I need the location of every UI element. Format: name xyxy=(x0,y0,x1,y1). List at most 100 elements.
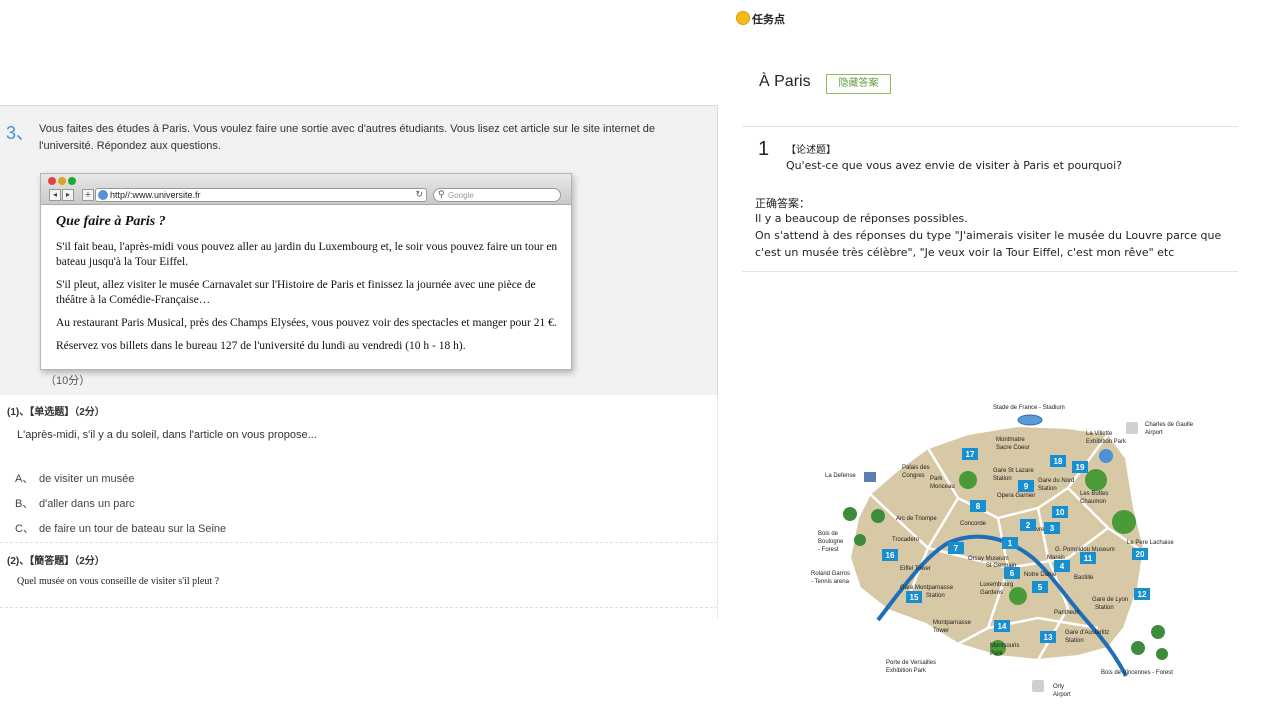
map-label: Airport xyxy=(1053,692,1071,698)
article-paragraph: Réservez vos billets dans le bureau 127 … xyxy=(56,340,466,352)
browser-search-box: ⚲ Google xyxy=(433,188,561,202)
map-label: Park xyxy=(930,476,943,482)
map-label: La Villette xyxy=(1086,431,1113,437)
district-marker: 12 xyxy=(1134,588,1150,600)
answer-question-text: Qu'est-ce que vous avez envie de visiter… xyxy=(786,159,1123,172)
district-number: 5 xyxy=(1038,583,1043,592)
district-number: 12 xyxy=(1138,590,1147,599)
district-marker: 2 xyxy=(1020,519,1036,531)
forward-arrow-icon: ▸ xyxy=(62,189,74,201)
district-number: 1 xyxy=(1008,539,1013,548)
district-marker: 15 xyxy=(906,591,922,603)
map-label: - Tennis arena xyxy=(811,579,850,585)
villette-sphere-icon xyxy=(1099,449,1113,463)
district-marker: 18 xyxy=(1050,455,1066,467)
browser-toolbar: ◂ ▸ + http//:www.universite.fr ↻ ⚲ Googl… xyxy=(41,174,571,205)
option-letter: C、 xyxy=(15,523,34,535)
map-label: Boulogne xyxy=(818,539,844,545)
back-arrow-icon: ◂ xyxy=(49,189,61,201)
map-label: Bois de Vincennes - Forest xyxy=(1101,670,1173,676)
address-bar: http//:www.universite.fr ↻ xyxy=(95,188,427,202)
district-number: 15 xyxy=(910,593,919,602)
map-label: Monceau xyxy=(930,484,955,490)
article-paragraph: S'il fait beau, l'après-midi vous pouvez… xyxy=(56,241,558,268)
map-label: Gare du Nord xyxy=(1038,478,1074,484)
option-a[interactable]: A、 de visiter un musée xyxy=(15,470,134,486)
map-label: Station xyxy=(1038,486,1057,492)
park-icon xyxy=(1112,510,1136,534)
map-label: Gare de Lyon xyxy=(1092,597,1128,603)
option-text: de faire un tour de bateau sur la Seine xyxy=(39,523,227,535)
map-label: Gare St Lazare xyxy=(993,468,1034,474)
search-placeholder: Google xyxy=(448,191,474,200)
search-icon: ⚲ xyxy=(438,190,445,200)
option-text: d'aller dans un parc xyxy=(39,498,135,510)
address-url: http//:www.universite.fr xyxy=(110,190,201,200)
plus-icon: + xyxy=(82,189,94,201)
map-label: Opera Garnier xyxy=(997,493,1035,499)
airport-icon xyxy=(1032,680,1044,692)
map-label: Montmatre xyxy=(996,437,1025,443)
map-label: Notre Dame xyxy=(1024,572,1057,578)
tree-icon xyxy=(854,534,866,546)
page-title: À Paris xyxy=(759,73,811,90)
option-c[interactable]: C、 de faire un tour de bateau sur la Sein… xyxy=(15,520,226,536)
map-label: Station xyxy=(1095,605,1114,611)
district-marker: 10 xyxy=(1052,506,1068,518)
subquestion-1-title: (1)、【单选题】（2分） xyxy=(7,407,105,418)
map-label: Roland Garros xyxy=(811,571,850,577)
map-label: Chaumon xyxy=(1080,499,1106,505)
district-marker: 8 xyxy=(970,500,986,512)
article-title: Que faire à Paris ? xyxy=(56,214,166,229)
map-label: Orly xyxy=(1053,684,1064,690)
district-number: 18 xyxy=(1054,457,1063,466)
question-text: Vous faites des études à Paris. Vous vou… xyxy=(39,123,655,152)
district-marker: 3 xyxy=(1044,522,1060,534)
correct-answer-label: 正确答案： xyxy=(755,197,810,210)
answer-number: 1 xyxy=(758,138,770,160)
district-number: 19 xyxy=(1076,463,1085,472)
article-content: Que faire à Paris ? S'il fait beau, l'ap… xyxy=(56,214,561,362)
map-label: Gardens xyxy=(980,590,1003,596)
map-label: Orsay Museum xyxy=(968,556,1009,562)
map-label: Charles de Gaulle xyxy=(1145,422,1194,428)
subquestion-2-title: (2)、【簡答題】（2分） xyxy=(7,556,105,567)
map-label: Exhibition Park xyxy=(1086,439,1127,445)
task-point-label: 任务点 xyxy=(752,13,785,26)
district-number: 3 xyxy=(1050,524,1055,533)
tree-icon xyxy=(843,507,857,521)
map-label: Concorde xyxy=(960,521,987,527)
hide-answer-button[interactable]: 隐藏答案 xyxy=(826,74,891,94)
task-point-icon xyxy=(736,11,750,25)
district-marker: 4 xyxy=(1054,560,1070,572)
tree-icon xyxy=(1151,625,1165,639)
map-label: Station xyxy=(1065,638,1084,644)
map-label: Montsouris xyxy=(990,643,1019,649)
district-number: 17 xyxy=(966,450,975,459)
close-dot-icon xyxy=(48,177,56,185)
option-text: de visiter un musée xyxy=(39,473,135,485)
divider xyxy=(742,126,1238,127)
park-icon xyxy=(1085,469,1107,491)
map-label: Congres xyxy=(902,473,925,479)
district-marker: 1 xyxy=(1002,537,1018,549)
divider xyxy=(0,542,718,543)
map-label: Trocadero xyxy=(892,537,920,543)
district-number: 20 xyxy=(1136,550,1145,559)
map-label: Palais des xyxy=(902,465,930,471)
map-label: Arc de Triompe xyxy=(896,516,937,522)
divider xyxy=(0,607,718,608)
district-marker: 11 xyxy=(1080,552,1096,564)
correct-answer-line: On s'attend à des réponses du type "J'ai… xyxy=(755,229,1222,259)
park-icon xyxy=(959,471,977,489)
defense-building-icon xyxy=(864,472,876,482)
correct-answer-line: Il y a beaucoup de réponses possibles. xyxy=(755,212,968,225)
district-marker: 17 xyxy=(962,448,978,460)
map-label: Tower xyxy=(933,628,949,634)
question-panel: 3、 Vous faites des études à Paris. Vous … xyxy=(0,105,718,618)
district-number: 7 xyxy=(954,544,959,553)
map-label: Les Buttes xyxy=(1080,491,1108,497)
district-number: 10 xyxy=(1056,508,1065,517)
district-number: 14 xyxy=(998,622,1007,631)
option-b[interactable]: B、 d'aller dans un parc xyxy=(15,495,135,511)
